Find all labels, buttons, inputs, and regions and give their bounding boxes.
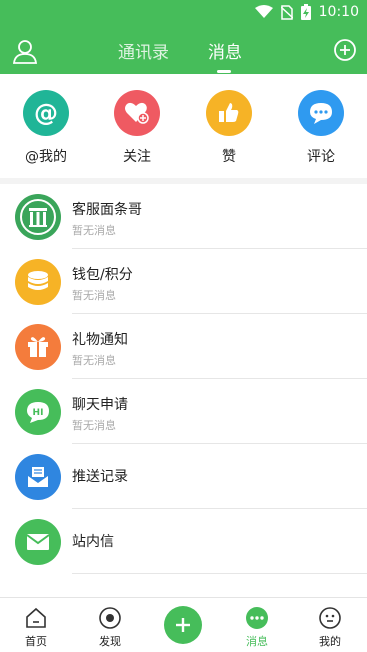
- tab-messages[interactable]: 消息: [208, 38, 242, 63]
- tab-contacts[interactable]: 通讯录: [118, 38, 169, 63]
- message-row-service[interactable]: 客服面条哥 暂无消息: [0, 184, 367, 249]
- active-tab-indicator: [217, 70, 231, 73]
- wifi-icon: [254, 5, 273, 18]
- no-sim-icon: [280, 4, 293, 20]
- service-logo-icon: [15, 194, 61, 240]
- quick-action-label: 关注: [123, 149, 151, 165]
- quick-action-label: 评论: [307, 149, 335, 165]
- message-subtitle: 暂无消息: [72, 289, 116, 302]
- coins-icon: [15, 259, 61, 305]
- heart-plus-icon: [114, 90, 160, 136]
- tab-discover[interactable]: 发现: [80, 606, 140, 649]
- message-subtitle: 暂无消息: [72, 419, 116, 432]
- comment-icon: [298, 90, 344, 136]
- quick-action-mentions[interactable]: @ @我的: [6, 90, 86, 166]
- quick-actions: @ @我的 关注 赞 评论: [0, 74, 367, 178]
- message-list: 客服面条哥 暂无消息 钱包/积分 暂无消息 礼物通知 暂无消息 HI 聊天申请 …: [0, 184, 367, 574]
- thumbs-up-icon: [206, 90, 252, 136]
- row-divider: [72, 573, 367, 574]
- message-row-wallet[interactable]: 钱包/积分 暂无消息: [0, 249, 367, 314]
- message-row-gift[interactable]: 礼物通知 暂无消息: [0, 314, 367, 379]
- svg-text:HI: HI: [33, 408, 44, 418]
- at-icon: @: [23, 90, 69, 136]
- inbox-icon: [15, 454, 61, 500]
- message-row-chat-request[interactable]: HI 聊天申请 暂无消息: [0, 379, 367, 444]
- face-icon: [319, 607, 341, 629]
- message-title: 钱包/积分: [72, 267, 133, 283]
- quick-action-label: 赞: [222, 149, 236, 165]
- bottom-tab-bar: 首页 发现 消息 我的: [0, 597, 367, 652]
- tab-home[interactable]: 首页: [6, 606, 66, 649]
- add-circle-icon[interactable]: [333, 38, 357, 62]
- user-profile-icon[interactable]: [12, 38, 38, 64]
- quick-action-follow[interactable]: 关注: [97, 90, 177, 166]
- quick-action-label: @我的: [25, 149, 67, 165]
- message-row-push-records[interactable]: 推送记录: [0, 444, 367, 509]
- header: 通讯录 消息: [0, 26, 367, 74]
- chat-hi-icon: HI: [15, 389, 61, 435]
- message-dots-icon: [246, 607, 268, 629]
- status-time: 10:10: [318, 4, 359, 20]
- message-title: 站内信: [72, 534, 114, 550]
- tab-me[interactable]: 我的: [300, 606, 360, 649]
- mail-icon: [15, 519, 61, 565]
- battery-charging-icon: [300, 4, 311, 20]
- add-icon: [176, 618, 190, 632]
- quick-action-comment[interactable]: 评论: [281, 90, 361, 166]
- tab-label: 首页: [25, 635, 47, 648]
- tab-label: 我的: [319, 635, 341, 648]
- tab-label: 消息: [246, 635, 268, 648]
- message-title: 礼物通知: [72, 332, 128, 348]
- tab-messages-bottom[interactable]: 消息: [227, 606, 287, 649]
- status-icons: 10:10: [254, 4, 359, 20]
- status-bar: 10:10: [0, 0, 367, 26]
- message-title: 推送记录: [72, 469, 128, 485]
- message-title: 客服面条哥: [72, 202, 142, 218]
- tab-label: 发现: [99, 635, 121, 648]
- message-title: 聊天申请: [72, 397, 128, 413]
- quick-action-like[interactable]: 赞: [189, 90, 269, 166]
- message-subtitle: 暂无消息: [72, 354, 116, 367]
- add-post-button[interactable]: [164, 606, 202, 644]
- message-row-inbox[interactable]: 站内信: [0, 509, 367, 574]
- gift-icon: [15, 324, 61, 370]
- home-icon: [26, 607, 46, 628]
- discover-icon: [99, 607, 121, 629]
- message-subtitle: 暂无消息: [72, 224, 116, 237]
